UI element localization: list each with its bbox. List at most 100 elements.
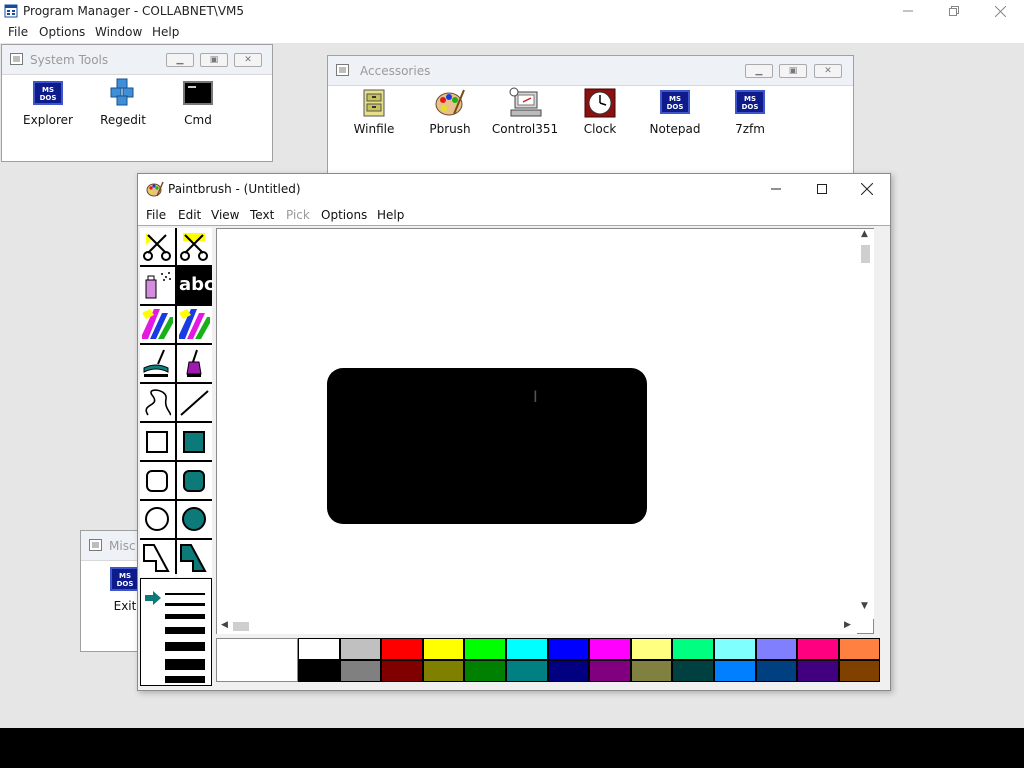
- tool-pick[interactable]: [177, 228, 212, 265]
- line-size-2[interactable]: [165, 603, 205, 606]
- palette-color-swatch[interactable]: [630, 660, 673, 682]
- palette-color-swatch[interactable]: [714, 660, 756, 682]
- palette-color-swatch[interactable]: [298, 638, 340, 660]
- paintbrush-titlebar[interactable]: Paintbrush - (Untitled): [138, 174, 890, 204]
- tool-text[interactable]: abc: [177, 267, 215, 304]
- minimize-icon[interactable]: [885, 0, 931, 22]
- line-size-6[interactable]: [165, 659, 205, 670]
- horizontal-scrollbar[interactable]: ◀ ▶: [217, 618, 857, 634]
- group-window-accessories[interactable]: Accessories ▁ ▣ ✕ Winfile Pbrush Control…: [327, 55, 854, 175]
- tool-box[interactable]: [140, 423, 175, 460]
- menu-window[interactable]: Window: [95, 25, 142, 39]
- tool-airbrush[interactable]: [140, 267, 175, 304]
- line-size-3[interactable]: [165, 614, 205, 619]
- palette-color-swatch[interactable]: [547, 638, 590, 660]
- close-icon[interactable]: [844, 174, 890, 204]
- program-item-regedit[interactable]: Regedit: [85, 78, 161, 129]
- palette-color-swatch[interactable]: [838, 660, 881, 682]
- scroll-right-icon[interactable]: ▶: [844, 620, 851, 630]
- vertical-scrollbar[interactable]: ▲ ▼: [857, 229, 874, 619]
- scroll-up-icon[interactable]: ▲: [861, 229, 868, 239]
- tool-filled-box[interactable]: [177, 423, 212, 460]
- program-item-winfile[interactable]: Winfile: [336, 89, 412, 138]
- program-item-clock[interactable]: Clock: [562, 88, 638, 138]
- palette-color-swatch[interactable]: [755, 660, 798, 682]
- palette-color-swatch[interactable]: [547, 660, 590, 682]
- maximize-icon[interactable]: ▣: [200, 53, 228, 67]
- palette-color-swatch[interactable]: [672, 638, 714, 660]
- palette-color-swatch[interactable]: [464, 638, 506, 660]
- palette-color-swatch[interactable]: [755, 638, 798, 660]
- palette-color-swatch[interactable]: [797, 638, 839, 660]
- palette-color-swatch[interactable]: [672, 660, 714, 682]
- palette-color-swatch[interactable]: [298, 660, 340, 682]
- tool-filled-circle[interactable]: [177, 501, 212, 538]
- palette-color-swatch[interactable]: [339, 638, 382, 660]
- menu-edit[interactable]: Edit: [178, 208, 201, 222]
- palette-color-swatch[interactable]: [381, 660, 423, 682]
- restore-icon[interactable]: [931, 0, 977, 22]
- menu-view[interactable]: View: [211, 208, 239, 222]
- palette-color-swatch[interactable]: [339, 660, 382, 682]
- tool-filled-polygon[interactable]: [177, 540, 212, 577]
- group-window-system-tools[interactable]: System Tools ▁ ▣ ✕ MS DOS Explorer Regedi…: [1, 44, 273, 162]
- line-size-7[interactable]: [165, 676, 205, 683]
- palette-color-swatch[interactable]: [506, 660, 548, 682]
- paintbrush-window[interactable]: Paintbrush - (Untitled) File Edit View T…: [137, 173, 891, 691]
- group-titlebar[interactable]: System Tools ▁ ▣ ✕: [2, 45, 272, 75]
- palette-color-swatch[interactable]: [589, 660, 631, 682]
- program-item-control351[interactable]: Control351: [487, 87, 563, 138]
- palette-color-swatch[interactable]: [838, 638, 881, 660]
- line-size-4[interactable]: [165, 627, 205, 634]
- tool-eraser[interactable]: [177, 306, 212, 343]
- palette-color-swatch[interactable]: [422, 660, 465, 682]
- tool-line[interactable]: [177, 384, 212, 421]
- maximize-icon[interactable]: [799, 174, 845, 204]
- drawing-canvas[interactable]: I ▲ ▼ ◀ ▶: [216, 228, 874, 634]
- menu-text[interactable]: Text: [250, 208, 274, 222]
- scroll-down-icon[interactable]: ▼: [861, 601, 868, 611]
- palette-color-swatch[interactable]: [422, 638, 465, 660]
- menu-pick[interactable]: Pick: [286, 208, 310, 222]
- line-size-5[interactable]: [165, 642, 205, 651]
- palette-color-swatch[interactable]: [464, 660, 506, 682]
- palette-color-swatch[interactable]: [714, 638, 756, 660]
- program-item-7zfm[interactable]: MS DOS 7zfm: [712, 90, 788, 138]
- menu-file[interactable]: File: [146, 208, 166, 222]
- palette-color-swatch[interactable]: [797, 660, 839, 682]
- program-manager-titlebar[interactable]: Program Manager - COLLABNET\VM5: [0, 0, 1024, 22]
- tool-paint-roller[interactable]: [140, 345, 175, 382]
- scroll-left-icon[interactable]: ◀: [221, 620, 228, 630]
- tool-brush[interactable]: [177, 345, 212, 382]
- close-icon[interactable]: ✕: [234, 53, 262, 67]
- tool-rounded-box[interactable]: [140, 462, 175, 499]
- tool-polygon[interactable]: [140, 540, 175, 577]
- tool-curve[interactable]: [140, 384, 175, 421]
- scroll-thumb[interactable]: [861, 245, 870, 263]
- palette-color-swatch[interactable]: [589, 638, 631, 660]
- program-item-pbrush[interactable]: Pbrush: [412, 89, 488, 138]
- minimize-icon[interactable]: ▁: [745, 64, 773, 78]
- tool-circle[interactable]: [140, 501, 175, 538]
- group-titlebar[interactable]: Accessories ▁ ▣ ✕: [328, 56, 853, 86]
- menu-file[interactable]: File: [8, 25, 28, 39]
- tool-color-eraser[interactable]: [140, 306, 175, 343]
- tool-scissors[interactable]: [140, 228, 175, 265]
- tool-filled-rounded-box[interactable]: [177, 462, 212, 499]
- menu-options[interactable]: Options: [39, 25, 85, 39]
- line-size-1[interactable]: [165, 593, 205, 595]
- palette-color-swatch[interactable]: [381, 638, 423, 660]
- close-icon[interactable]: [977, 0, 1023, 22]
- palette-color-swatch[interactable]: [630, 638, 673, 660]
- program-item-explorer[interactable]: MS DOS Explorer: [10, 81, 86, 129]
- menu-options[interactable]: Options: [321, 208, 367, 222]
- menu-help[interactable]: Help: [377, 208, 404, 222]
- program-item-cmd[interactable]: Cmd: [160, 81, 236, 129]
- program-item-notepad[interactable]: MS DOS Notepad: [637, 90, 713, 138]
- line-size-selector[interactable]: [140, 578, 212, 686]
- scroll-thumb[interactable]: [233, 622, 249, 631]
- minimize-icon[interactable]: [753, 174, 799, 204]
- close-icon[interactable]: ✕: [814, 64, 842, 78]
- minimize-icon[interactable]: ▁: [166, 53, 194, 67]
- maximize-icon[interactable]: ▣: [779, 64, 807, 78]
